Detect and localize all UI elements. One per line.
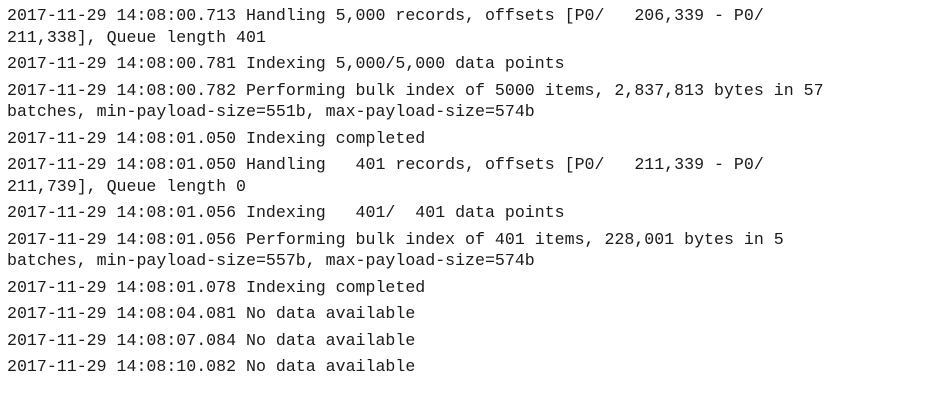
log-line: 2017-11-29 14:08:00.781 Indexing 5,000/5… — [7, 54, 565, 73]
log-line: 2017-11-29 14:08:07.084 No data availabl… — [7, 330, 416, 350]
log-line: 2017-11-29 14:08:00.713 Handling 5,000 r… — [7, 6, 764, 47]
log-line: 2017-11-29 14:08:01.056 Performing bulk … — [7, 229, 784, 271]
log-line: 2017-11-29 14:08:01.078 Indexing complet… — [7, 277, 426, 297]
log-line: 2017-11-29 14:08:10.082 No data availabl… — [7, 357, 416, 376]
log-line: 2017-11-29 14:08:01.050 Indexing complet… — [7, 128, 426, 148]
log-output: 2017-11-29 14:08:00.713 Handling 5,000 r… — [0, 0, 939, 378]
log-line: 2017-11-29 14:08:01.050 Handling 401 rec… — [7, 155, 764, 196]
log-line: 2017-11-29 14:08:04.081 No data availabl… — [7, 304, 416, 323]
log-line: 2017-11-29 14:08:01.056 Indexing 401/ 40… — [7, 203, 565, 222]
log-line: 2017-11-29 14:08:00.782 Performing bulk … — [7, 80, 824, 122]
